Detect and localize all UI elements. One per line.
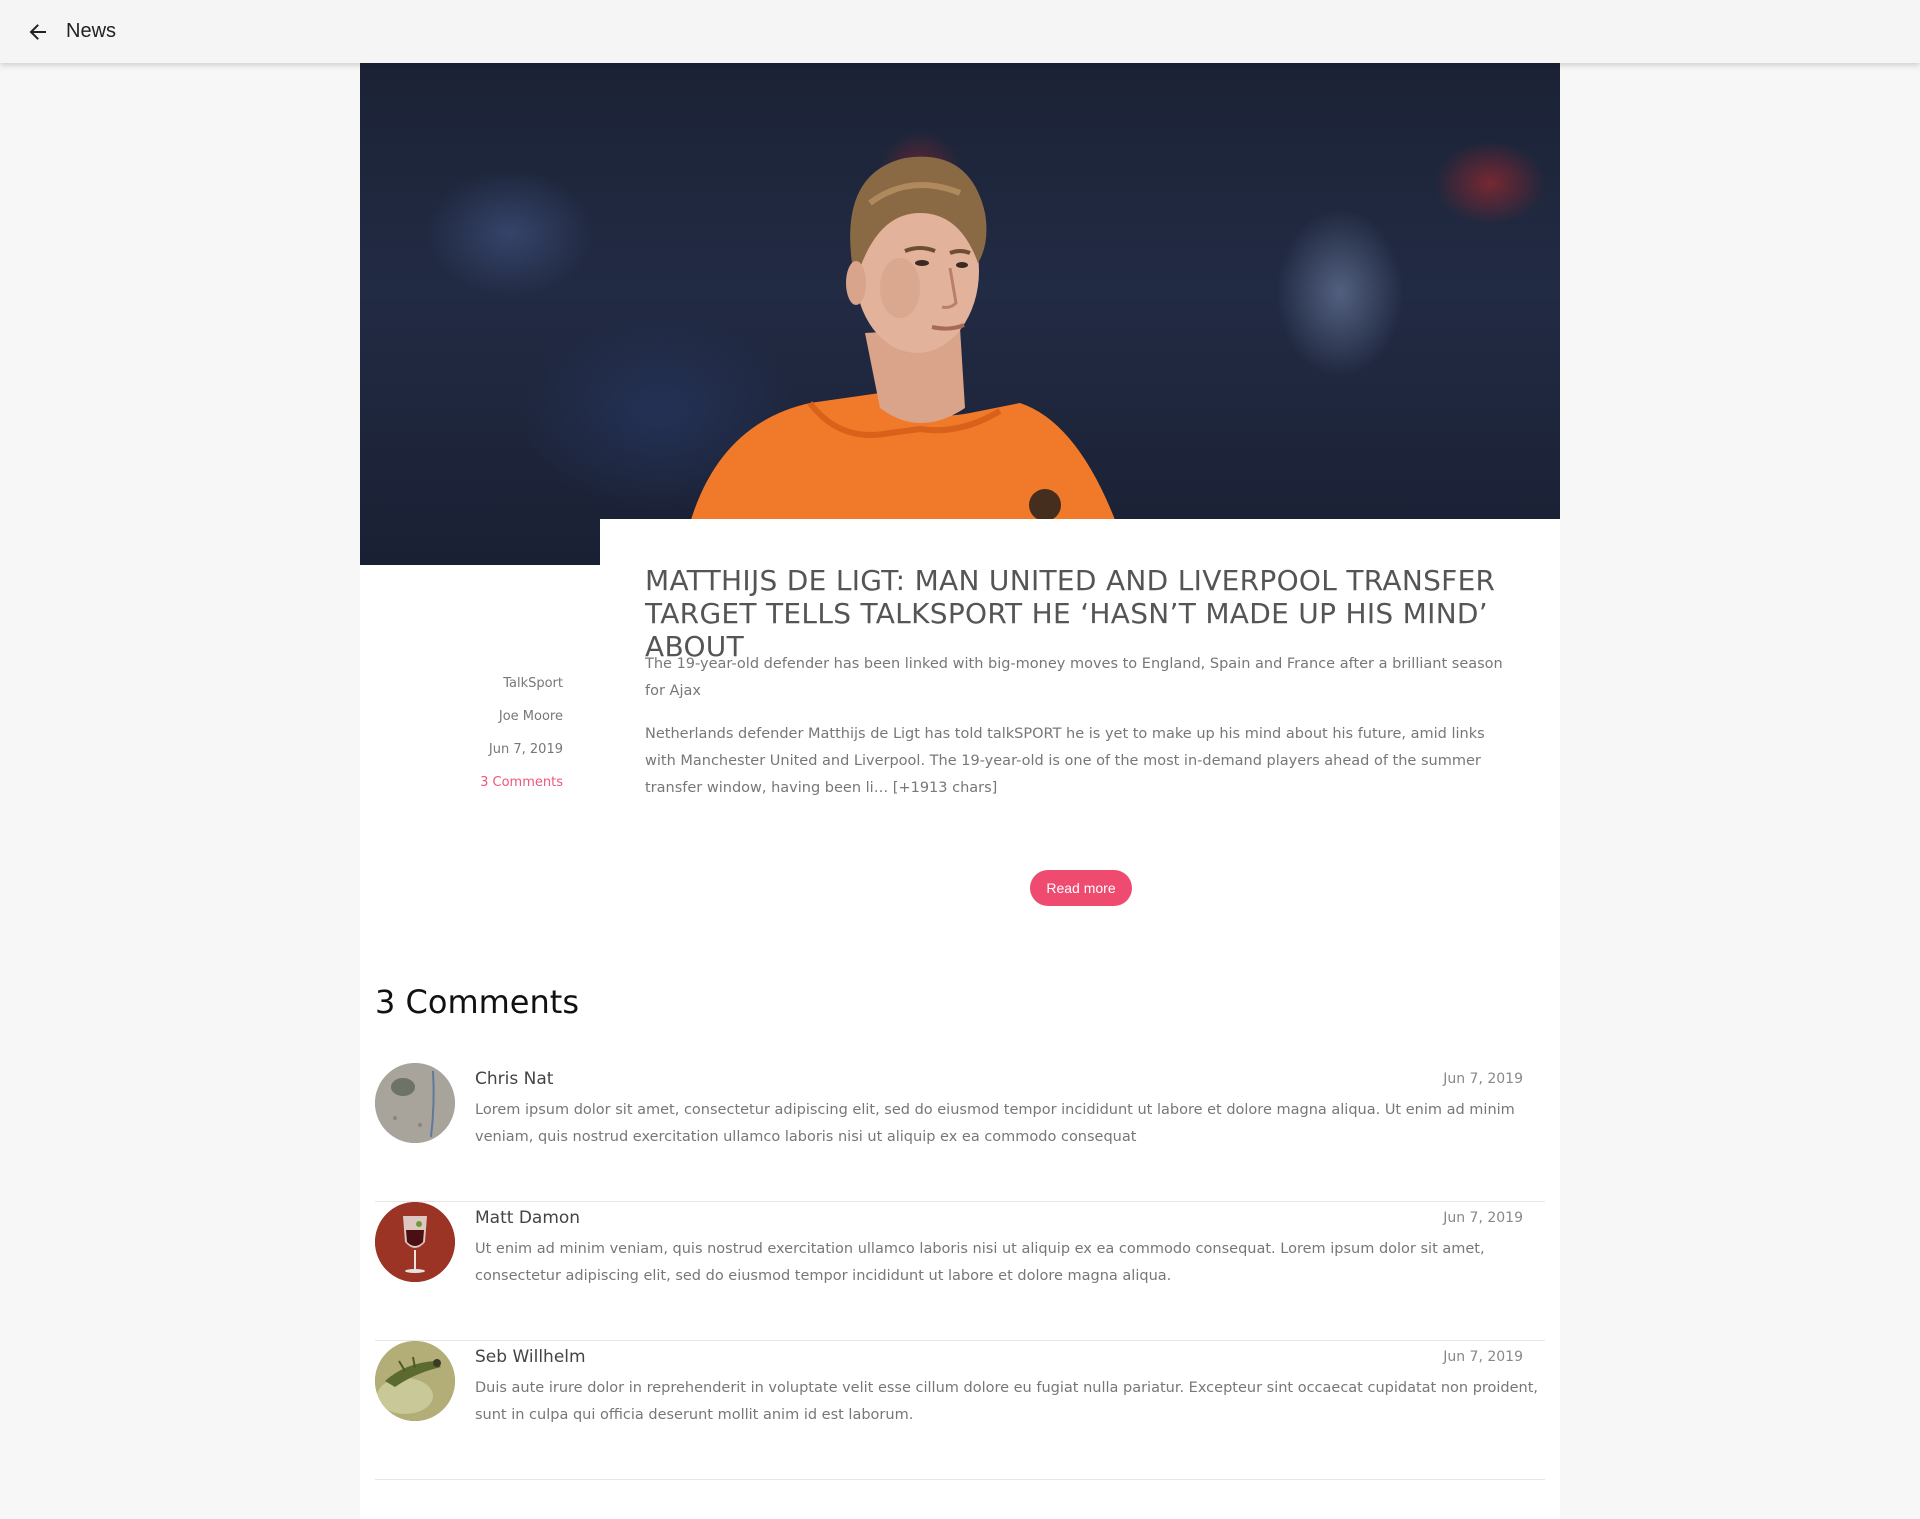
comment-date: Jun 7, 2019 bbox=[1443, 1349, 1523, 1365]
article-author: Joe Moore bbox=[498, 709, 563, 724]
avatar bbox=[375, 1341, 455, 1421]
article-source: TalkSport bbox=[503, 676, 563, 691]
article-content: MATTHIJS DE LIGT: MAN UNITED AND LIVERPO… bbox=[600, 519, 1560, 969]
comment-date: Jun 7, 2019 bbox=[1443, 1071, 1523, 1087]
page-title: News bbox=[66, 20, 117, 42]
article-date: Jun 7, 2019 bbox=[488, 742, 563, 757]
comment-author: Matt Damon bbox=[475, 1208, 581, 1228]
comment-item: Seb Willhelm Jun 7, 2019 Duis aute irure… bbox=[375, 1341, 1545, 1480]
comment-date: Jun 7, 2019 bbox=[1443, 1210, 1523, 1226]
app-bar: News bbox=[0, 0, 1920, 63]
article-body: Netherlands defender Matthijs de Ligt ha… bbox=[645, 726, 1485, 796]
player-photo bbox=[600, 156, 1560, 565]
comment-item: Chris Nat Jun 7, 2019 Lorem ipsum dolor … bbox=[375, 1063, 1545, 1202]
article-summary: The 19-year-old defender has been linked… bbox=[645, 656, 1503, 699]
comment-text: Duis aute irure dolor in reprehenderit i… bbox=[475, 1380, 1539, 1423]
arrow-left-icon bbox=[29, 23, 46, 40]
comment-text: Lorem ipsum dolor sit amet, consectetur … bbox=[475, 1102, 1515, 1145]
avatar bbox=[375, 1202, 455, 1282]
comments-heading: 3 Comments bbox=[375, 983, 579, 1021]
article-hero-image bbox=[360, 63, 1560, 565]
comment-author: Seb Willhelm bbox=[475, 1347, 586, 1367]
article-title: MATTHIJS DE LIGT: MAN UNITED AND LIVERPO… bbox=[645, 564, 1496, 663]
comment-text: Ut enim ad minim veniam, quis nostrud ex… bbox=[475, 1241, 1485, 1284]
back-button[interactable] bbox=[22, 17, 52, 47]
comments-count-link[interactable]: 3 Comments bbox=[480, 775, 563, 790]
comment-author: Chris Nat bbox=[475, 1069, 554, 1089]
read-more-button[interactable]: Read more bbox=[1030, 870, 1132, 906]
article-card: TalkSport Joe Moore Jun 7, 2019 3 Commen… bbox=[360, 63, 1560, 1519]
comment-item: Matt Damon Jun 7, 2019 Ut enim ad minim … bbox=[375, 1202, 1545, 1341]
avatar bbox=[375, 1063, 455, 1143]
